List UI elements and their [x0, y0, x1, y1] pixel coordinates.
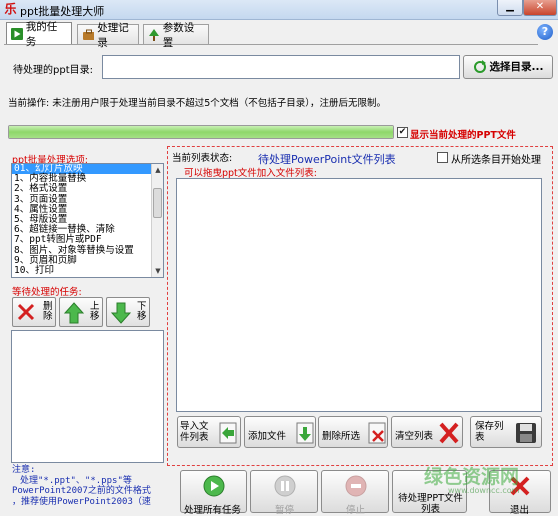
delete-selected-button[interactable]: 删除所选 [318, 416, 388, 448]
pause-icon [274, 475, 296, 497]
scroll-down-icon[interactable]: ▼ [153, 266, 163, 276]
arrow-down-icon [111, 302, 131, 324]
tab-label: 参数设置 [162, 21, 195, 49]
delete-task-button[interactable]: 删除 [12, 297, 56, 327]
app-logo-icon: 乐 [4, 2, 17, 16]
options-list[interactable]: 01、幻灯片放映 1、内容批量替换 2、格式设置 3、页面设置 4、属性设置 5、母版设置… [11, 163, 164, 278]
save-list-button[interactable]: 保存列表 [470, 416, 542, 448]
drag-hint: 可以拖曳ppt文件加入文件列表: [184, 168, 317, 179]
note-title: 注意: [12, 465, 36, 475]
browse-button[interactable]: 选择目录... [463, 55, 553, 79]
progress-fill [9, 126, 393, 138]
tab-records[interactable]: 处理记录 [77, 22, 139, 49]
browse-label: 选择目录... [489, 60, 544, 73]
minimize-button[interactable]: ▁ [497, 0, 523, 16]
tab-label: 处理记录 [97, 21, 129, 49]
add-file-icon [296, 422, 314, 444]
move-down-button[interactable]: 下移 [106, 297, 150, 327]
move-up-button[interactable]: 上移 [59, 297, 103, 327]
note-text: 注意: 处理"*.ppt"、"*.pps"等 PowerPoint2007之前的… [12, 465, 172, 507]
add-file-label: 添加文件 [248, 431, 287, 442]
exit-label: 退出 [510, 505, 530, 516]
tab-label: 我的任务 [25, 20, 58, 48]
save-icon [516, 423, 536, 443]
red-x-icon [439, 422, 459, 444]
file-list[interactable] [176, 178, 542, 412]
option-item[interactable]: 10、打印 [12, 265, 163, 276]
note-line: ，推荐使用PowerPoint2003（速 [12, 496, 151, 507]
note-line: PowerPoint2007之前的文件格式 [12, 486, 151, 496]
scroll-up-icon[interactable]: ▲ [153, 165, 163, 175]
import-icon [219, 422, 237, 444]
red-x-icon [17, 303, 35, 321]
refresh-icon [473, 60, 486, 73]
move-down-label: 下移 [137, 301, 147, 322]
help-icon[interactable]: ? [537, 24, 553, 40]
pause-label: 暂停 [275, 505, 295, 516]
list-status-label: 当前列表状态: [172, 153, 233, 164]
title-bar: 乐 ppt批量处理大师 ▁ ✕ [0, 0, 558, 20]
dir-input[interactable] [102, 55, 460, 79]
current-operation: 当前操作: 未注册用户限于处理当前目录不超过5个文档（不包括子目录），注册后无限… [8, 98, 387, 109]
show-current-checkbox[interactable]: ✔ [397, 127, 408, 138]
scroll-thumb[interactable] [153, 188, 162, 218]
save-list-label: 保存列表 [475, 421, 504, 443]
from-selected-checkbox[interactable] [437, 152, 448, 163]
show-current-label: 显示当前处理的PPT文件 [410, 130, 516, 141]
tab-my-tasks[interactable]: 我的任务 [6, 21, 72, 48]
briefcase-icon [83, 29, 95, 40]
play-circle-icon [203, 475, 225, 497]
import-list-button[interactable]: 导入文件列表 [177, 416, 241, 448]
task-list[interactable] [11, 330, 164, 463]
delete-selected-label: 删除所选 [322, 431, 361, 442]
watermark-text: 绿色资源网 [424, 466, 520, 488]
tasks-title: 等待处理的任务: [12, 287, 82, 298]
watermark-url: www.downcc.com [448, 486, 520, 495]
window-title: ppt批量处理大师 [20, 5, 105, 18]
process-all-label: 处理所有任务 [184, 505, 242, 516]
option-item[interactable]: 7、ppt转图片或PDF [12, 235, 163, 245]
pause-button[interactable]: 暂停 [250, 470, 318, 516]
add-file-button[interactable]: 添加文件 [244, 416, 316, 448]
options-scrollbar[interactable]: ▲ ▼ [151, 164, 163, 277]
process-list-label: 待处理PPT文件列表 [398, 493, 463, 515]
play-icon [11, 27, 23, 40]
close-button[interactable]: ✕ [523, 0, 557, 16]
clear-list-button[interactable]: 清空列表 [391, 416, 463, 448]
process-all-button[interactable]: 处理所有任务 [180, 470, 247, 516]
stop-label: 停止 [346, 505, 366, 516]
tab-settings[interactable]: 参数设置 [143, 22, 209, 49]
delete-task-label: 删除 [43, 301, 53, 322]
tree-icon [149, 28, 159, 41]
progress-bar [8, 125, 394, 139]
dir-label: 待处理的ppt目录: [13, 65, 93, 76]
delete-file-icon [368, 422, 386, 444]
from-selected-label: 从所选条目开始处理 [451, 155, 541, 166]
arrow-up-icon [64, 302, 84, 324]
stop-button[interactable]: 停止 [321, 470, 389, 516]
clear-list-label: 清空列表 [395, 431, 434, 442]
import-list-label: 导入文件列表 [180, 421, 209, 443]
move-up-label: 上移 [90, 301, 100, 322]
note-line: 处理"*.ppt"、"*.pps"等 [20, 475, 132, 486]
stop-icon [345, 475, 367, 497]
tab-divider [4, 44, 538, 45]
